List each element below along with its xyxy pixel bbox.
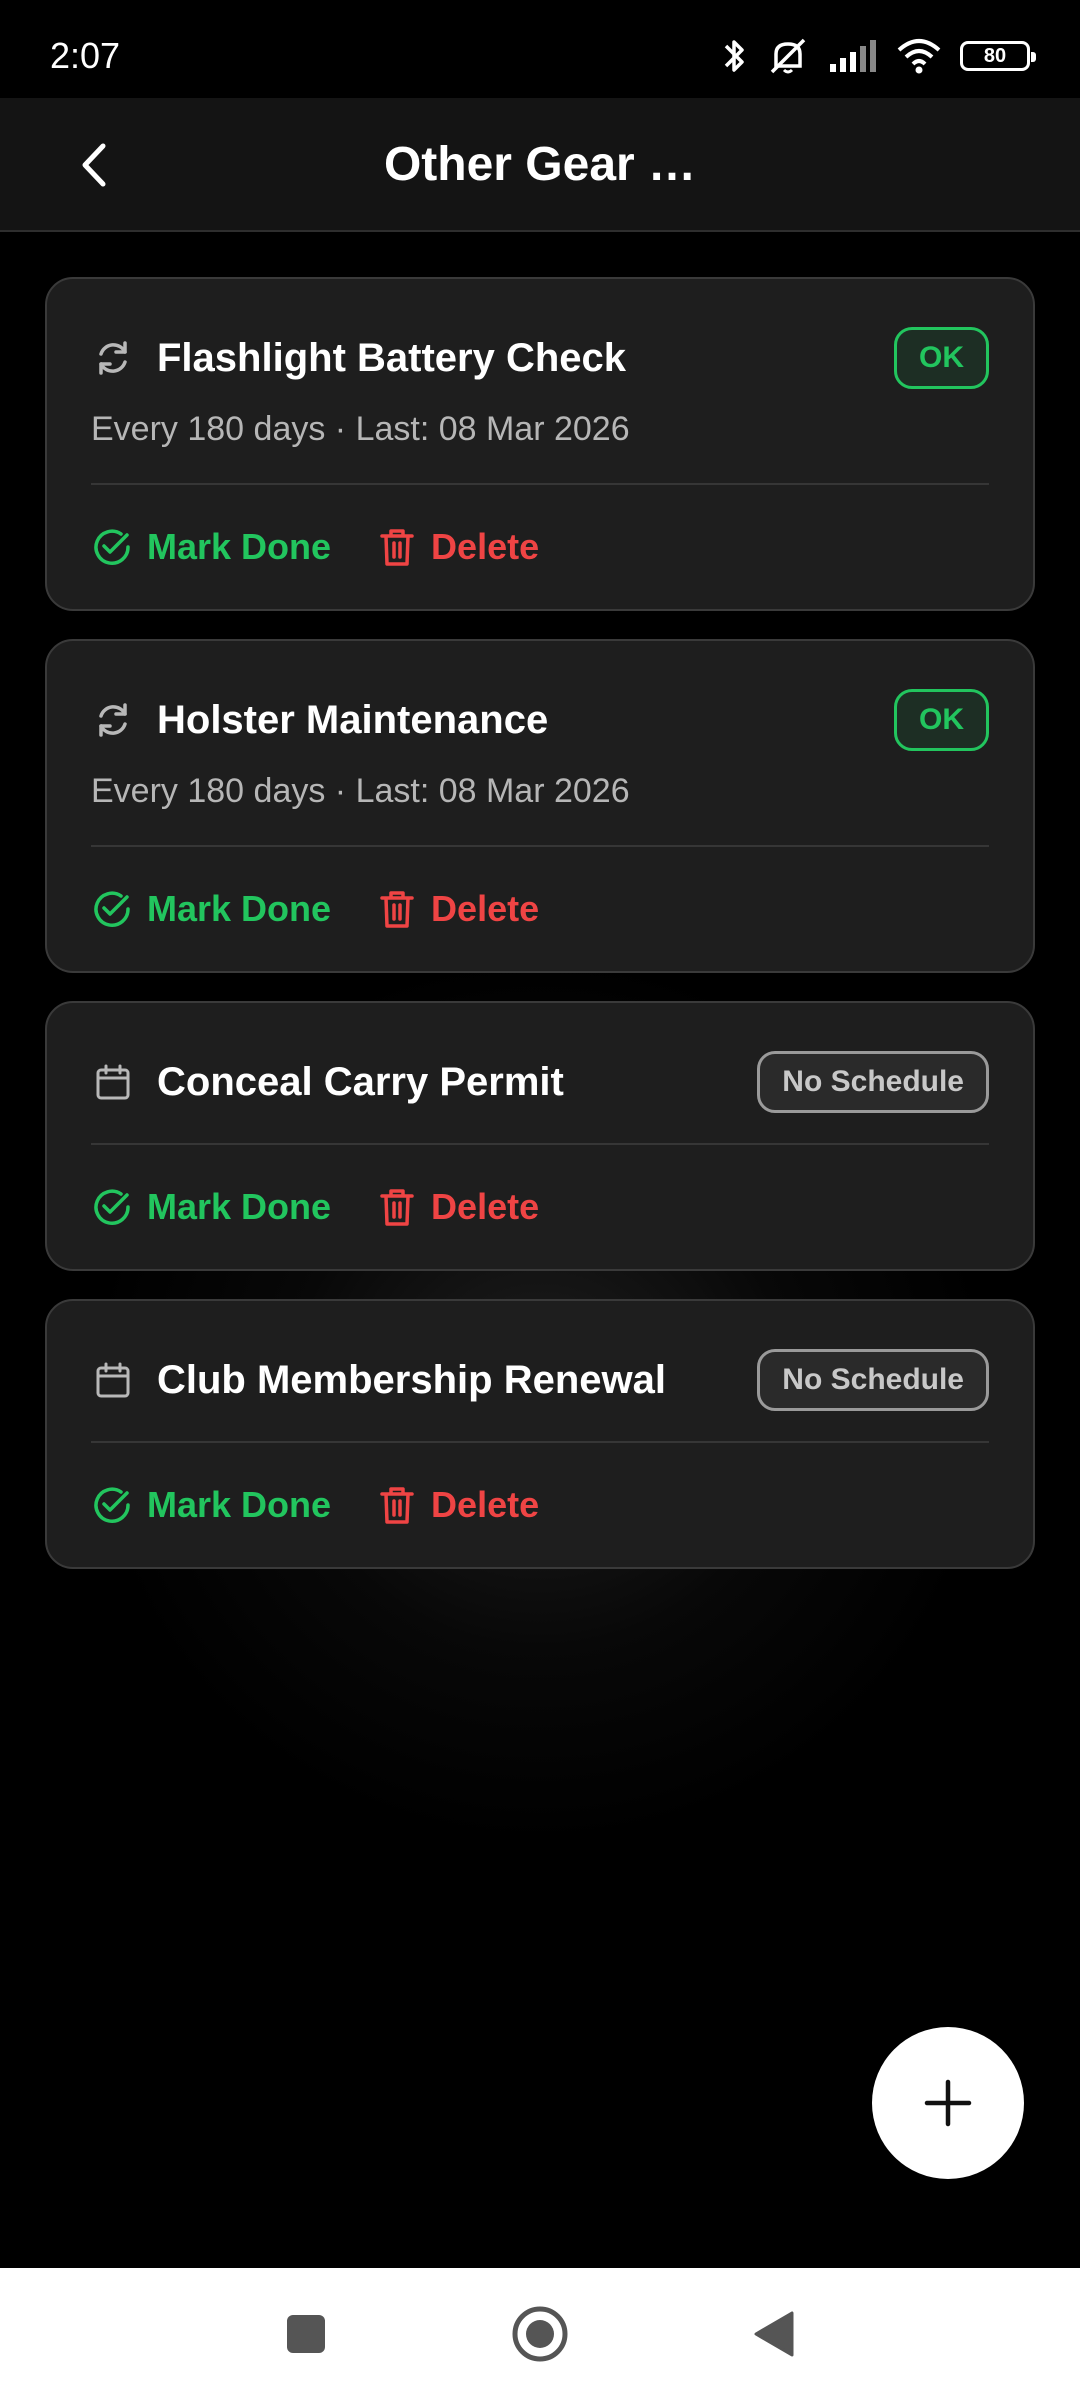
check-circle-icon <box>94 1189 130 1225</box>
mark-done-label: Mark Done <box>147 888 332 929</box>
delete-label: Delete <box>431 1186 540 1227</box>
delete-button[interactable]: Delete <box>377 888 539 930</box>
reminder-schedule: Every 180 days · Last: 08 Mar 2026 <box>91 771 630 810</box>
wifi-icon <box>897 39 941 74</box>
status-badge: OK <box>894 327 989 389</box>
calendar-icon <box>91 1358 135 1402</box>
reminder-title: Conceal Carry Permit <box>157 1059 564 1104</box>
status-time: 2:07 <box>50 35 121 76</box>
status-badge: No Schedule <box>757 1051 989 1113</box>
plus-icon <box>924 2079 972 2127</box>
add-reminder-button[interactable] <box>872 2027 1024 2179</box>
reminder-card: Club Membership Renewal No Schedule Mark… <box>45 1299 1035 1569</box>
reminder-schedule: Every 180 days · Last: 08 Mar 2026 <box>91 409 630 448</box>
status-badge: No Schedule <box>757 1349 989 1411</box>
check-circle-icon <box>94 891 130 927</box>
reminder-card: Holster Maintenance OK Every 180 days · … <box>45 639 1035 973</box>
mark-done-label: Mark Done <box>147 1484 332 1525</box>
trash-icon <box>380 529 414 566</box>
chevron-left-icon <box>82 143 106 187</box>
status-icons: 80 <box>722 22 1036 76</box>
recents-button[interactable] <box>274 2302 338 2366</box>
battery-level: 80 <box>983 44 1007 67</box>
app-bar: Other Gear … <box>0 98 1080 232</box>
check-circle-icon <box>94 1487 130 1523</box>
mute-icon <box>770 38 806 74</box>
calendar-icon <box>91 1060 135 1104</box>
mark-done-button[interactable]: Mark Done <box>91 1186 331 1228</box>
bluetooth-icon <box>724 40 744 72</box>
back-button[interactable] <box>60 130 130 200</box>
trash-icon <box>380 1487 414 1524</box>
reminder-list: Flashlight Battery Check OK Every 180 da… <box>45 277 1035 1597</box>
system-nav-bar <box>0 2268 1080 2400</box>
mark-done-button[interactable]: Mark Done <box>91 888 331 930</box>
mark-done-label: Mark Done <box>147 526 332 567</box>
refresh-icon <box>91 336 135 380</box>
signal-icon <box>830 40 876 72</box>
status-bar: 2:07 80 <box>0 0 1080 98</box>
triangle-back-icon <box>754 2311 794 2357</box>
trash-icon <box>380 1189 414 1226</box>
screen: 2:07 80 Other Gear … Flashlight Battery … <box>0 0 1080 2400</box>
reminder-card: Flashlight Battery Check OK Every 180 da… <box>45 277 1035 611</box>
check-circle-icon <box>94 529 130 565</box>
status-badge: OK <box>894 689 989 751</box>
delete-label: Delete <box>431 888 540 929</box>
square-icon <box>287 2315 325 2353</box>
reminder-title: Club Membership Renewal <box>157 1357 666 1402</box>
delete-button[interactable]: Delete <box>377 1484 539 1526</box>
reminder-title: Holster Maintenance <box>157 697 549 742</box>
home-circle-icon <box>512 2306 568 2362</box>
mark-done-button[interactable]: Mark Done <box>91 526 331 568</box>
delete-button[interactable]: Delete <box>377 526 539 568</box>
mark-done-label: Mark Done <box>147 1186 332 1227</box>
delete-label: Delete <box>431 526 540 567</box>
trash-icon <box>380 891 414 928</box>
home-button[interactable] <box>508 2302 572 2366</box>
reminder-card: Conceal Carry Permit No Schedule Mark Do… <box>45 1001 1035 1271</box>
mark-done-button[interactable]: Mark Done <box>91 1484 331 1526</box>
reminder-title: Flashlight Battery Check <box>157 335 627 380</box>
delete-label: Delete <box>431 1484 540 1525</box>
refresh-icon <box>91 698 135 742</box>
back-nav-button[interactable] <box>742 2302 806 2366</box>
page-title: Other Gear … <box>383 137 697 191</box>
battery-indicator: 80 <box>960 41 1036 71</box>
delete-button[interactable]: Delete <box>377 1186 539 1228</box>
